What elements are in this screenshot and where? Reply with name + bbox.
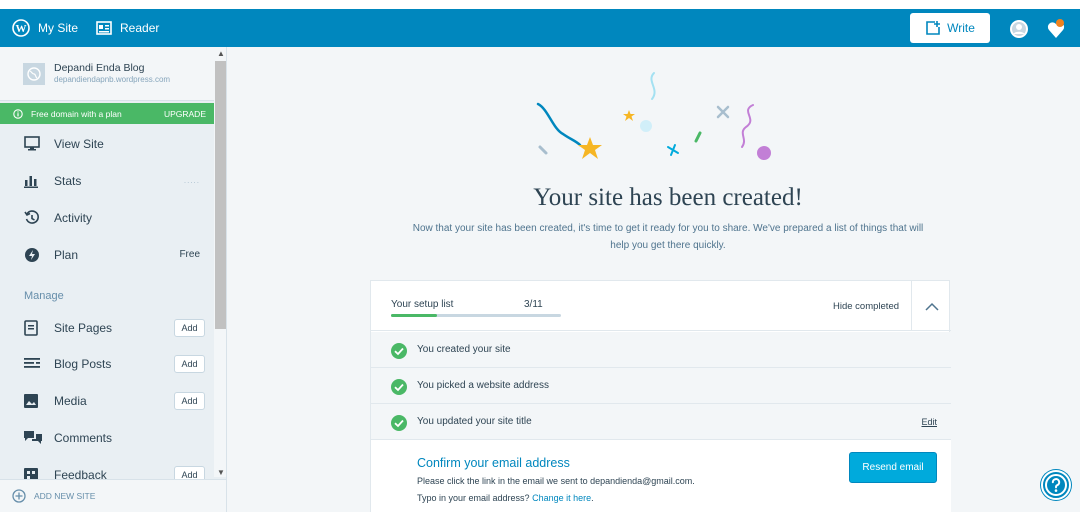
sidebar-item-label: Plan xyxy=(54,247,79,262)
task-title[interactable]: Confirm your email address xyxy=(417,456,570,470)
checklist-progress-fill xyxy=(391,314,437,317)
sidebar-item-label: Activity xyxy=(54,210,93,225)
resend-email-button[interactable]: Resend email xyxy=(849,452,937,483)
checklist-header: Your setup list 3/11 Hide completed xyxy=(371,281,951,331)
sidebar-item-view-site[interactable]: View Site xyxy=(0,125,214,162)
my-site-label: My Site xyxy=(38,21,79,35)
add-media-button[interactable]: Add xyxy=(174,392,205,410)
write-icon xyxy=(926,21,941,35)
sidebar-item-blog-posts[interactable]: Blog Posts Add xyxy=(0,345,214,382)
intro-text: Now that your site has been created, it'… xyxy=(368,220,968,254)
history-icon xyxy=(24,209,42,226)
caption-strip xyxy=(0,0,1080,9)
sidebar-item-label: Media xyxy=(54,393,87,408)
comments-icon xyxy=(24,430,42,445)
checkmark-circle-icon xyxy=(391,415,407,431)
typo-prefix: Typo in your email address? xyxy=(417,493,530,503)
checklist-title: Your setup list xyxy=(391,299,454,310)
sidebar: Depandi Enda Blog depandiendapnb.wordpre… xyxy=(0,47,227,512)
upgrade-text: Free domain with a plan xyxy=(31,108,122,119)
add-new-site-button[interactable]: ADD NEW SITE xyxy=(0,479,226,512)
change-email-link[interactable]: Change it here xyxy=(532,493,591,503)
stats-sparkline: ..... xyxy=(183,176,200,185)
intro-line-2: help you get there quickly. xyxy=(610,240,726,251)
site-url: depandiendapnb.wordpress.com xyxy=(54,75,171,84)
add-post-button[interactable]: Add xyxy=(174,355,205,373)
sidebar-item-label: Comments xyxy=(54,430,113,445)
typo-suffix: . xyxy=(591,493,594,503)
sidebar-item-label: Site Pages xyxy=(54,320,113,335)
plus-circle-icon xyxy=(12,489,26,503)
checkmark-circle-icon xyxy=(391,343,407,359)
confetti-illustration xyxy=(536,72,771,160)
checkmark-circle-icon xyxy=(391,379,407,395)
sidebar-scrollbar-thumb[interactable] xyxy=(215,61,226,329)
sidebar-item-label: View Site xyxy=(54,136,104,151)
sidebar-item-stats[interactable]: Stats ..... xyxy=(0,162,214,199)
hide-completed-button[interactable]: Hide completed xyxy=(833,301,899,312)
reader-label: Reader xyxy=(120,21,160,35)
scroll-up-arrow-icon[interactable]: ▲ xyxy=(217,49,225,58)
sidebar-item-comments[interactable]: Comments xyxy=(0,419,214,456)
checklist-task-active: Confirm your email address Please click … xyxy=(371,440,951,512)
plan-badge: Free xyxy=(179,249,200,260)
notifications-icon[interactable] xyxy=(1046,18,1066,40)
checklist-progress-bar xyxy=(391,314,561,317)
sidebar-item-plan[interactable]: Plan Free xyxy=(0,236,214,273)
svg-text:W: W xyxy=(16,23,27,35)
collapse-toggle[interactable] xyxy=(911,281,951,331)
current-site-card[interactable]: Depandi Enda Blog depandiendapnb.wordpre… xyxy=(0,47,214,101)
add-page-button[interactable]: Add xyxy=(174,319,205,337)
bar-chart-icon xyxy=(24,174,42,188)
chevron-up-icon xyxy=(924,302,939,311)
task-label: You updated your site title xyxy=(417,416,532,427)
task-label: You picked a website address xyxy=(417,380,549,391)
my-site-button[interactable]: W My Site xyxy=(12,9,78,47)
sidebar-item-site-pages[interactable]: Site Pages Add xyxy=(0,309,214,346)
page-title: Your site has been created! xyxy=(533,184,803,211)
upgrade-label: UPGRADE xyxy=(163,109,206,119)
main-content: Your site has been created! Now that you… xyxy=(228,47,1080,512)
image-icon xyxy=(24,393,42,408)
sidebar-item-label: Stats xyxy=(54,173,82,188)
write-button[interactable]: Write xyxy=(910,13,990,43)
write-label: Write xyxy=(947,21,975,35)
manage-heading: Manage xyxy=(24,290,64,302)
intro-line-1: Now that your site has been created, it'… xyxy=(412,223,924,234)
task-label: You created your site xyxy=(417,344,511,355)
help-icon xyxy=(1045,474,1067,496)
globe-icon xyxy=(23,63,45,85)
checklist-task[interactable]: You created your site xyxy=(371,332,951,368)
reader-icon xyxy=(96,21,112,35)
info-icon xyxy=(13,108,23,119)
setup-checklist: Your setup list 3/11 Hide completed You … xyxy=(370,280,951,512)
task-description: Please click the link in the email we se… xyxy=(417,476,695,486)
avatar-icon[interactable] xyxy=(1009,19,1029,39)
checklist-task[interactable]: You updated your site title Edit xyxy=(371,404,951,440)
wordpress-icon: W xyxy=(12,19,30,37)
checklist-count: 3/11 xyxy=(524,299,543,310)
reader-button[interactable]: Reader xyxy=(96,9,159,47)
scroll-down-arrow-icon[interactable]: ▼ xyxy=(217,468,225,477)
masterbar: W My Site Reader Write xyxy=(0,9,1080,47)
add-new-site-label: ADD NEW SITE xyxy=(34,491,96,501)
sidebar-item-label: Blog Posts xyxy=(54,356,112,371)
monitor-icon xyxy=(24,136,42,151)
task-typo-note: Typo in your email address? Change it he… xyxy=(417,493,594,503)
upgrade-nudge[interactable]: Free domain with a plan UPGRADE xyxy=(0,103,214,124)
site-name: Depandi Enda Blog xyxy=(54,62,145,74)
plans-icon xyxy=(24,247,42,263)
sidebar-item-media[interactable]: Media Add xyxy=(0,382,214,419)
pages-icon xyxy=(24,319,42,336)
sidebar-item-activity[interactable]: Activity xyxy=(0,199,214,236)
edit-site-title-link[interactable]: Edit xyxy=(921,417,937,427)
posts-icon xyxy=(24,357,42,371)
checklist-task[interactable]: You picked a website address xyxy=(371,368,951,404)
help-button[interactable] xyxy=(1041,470,1071,500)
